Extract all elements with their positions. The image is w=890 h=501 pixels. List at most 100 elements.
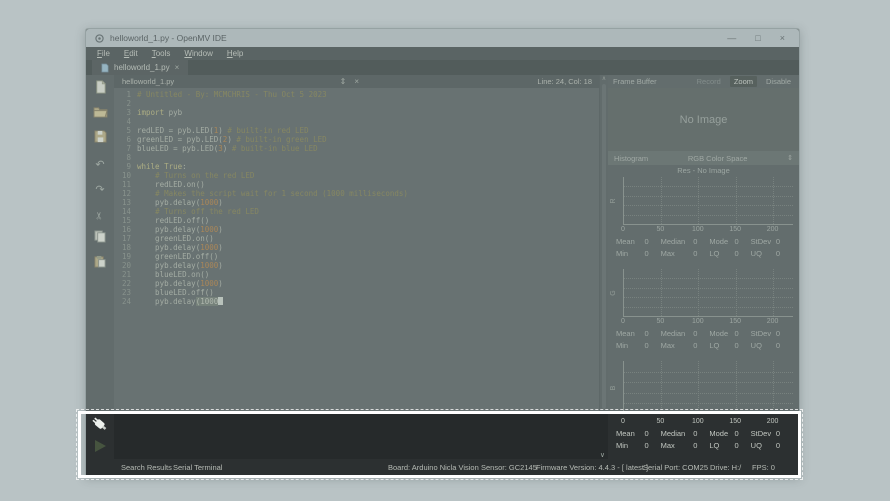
histogram-b-stats-section: 050100150200Mean0Median0Mode0StDev0Min0M… — [608, 412, 799, 459]
new-file-icon — [94, 80, 107, 99]
frame-buffer-header: Frame Buffer RecordZoomDisable — [608, 75, 799, 88]
toolbar-undo-button[interactable]: ↶ — [91, 156, 109, 172]
stat-value: 0 — [776, 341, 780, 350]
stat-value: 0 — [735, 249, 739, 258]
toolbar-open-folder-button[interactable] — [91, 106, 109, 122]
stat-value: 0 — [735, 441, 739, 450]
right-panel: Frame Buffer RecordZoomDisable No Image … — [608, 75, 799, 412]
stat-label: Mean — [616, 429, 635, 438]
x-tick: 150 — [729, 226, 741, 233]
minimize-button[interactable]: — — [727, 34, 736, 43]
status-item: Board: Arduino Nicla Vision — [388, 463, 479, 472]
stat-value: 0 — [644, 237, 648, 246]
menu-bar: FileEditToolsWindowHelp — [86, 47, 799, 60]
stat-value: 0 — [693, 441, 697, 450]
scroll-up-icon[interactable]: ∧ — [600, 75, 608, 82]
code-line: 16 pyb.delay(1000) — [114, 225, 599, 234]
stat-value: 0 — [693, 237, 697, 246]
line-number: 18 — [114, 243, 131, 252]
stat-label: UQ — [751, 249, 762, 258]
bottom-tab-serial-terminal[interactable]: Serial Terminal — [173, 463, 222, 472]
code-line: 13 pyb.delay(1000) — [114, 198, 599, 207]
close-button[interactable]: × — [780, 34, 785, 43]
stat-label: Min — [616, 441, 628, 450]
stat-label: Mode — [709, 429, 728, 438]
code-line: 2 — [114, 99, 599, 108]
toolbar-paste-button[interactable] — [91, 256, 109, 272]
x-tick: 0 — [621, 418, 625, 425]
connect-button[interactable] — [90, 415, 110, 434]
redo-icon: ↷ — [95, 180, 104, 198]
run-script-button[interactable] — [95, 440, 106, 452]
frame-buffer-view: No Image — [608, 88, 799, 151]
collapse-chevron-icon[interactable]: ∨ — [600, 451, 605, 459]
no-image-placeholder: No Image — [680, 114, 728, 126]
line-number: 17 — [114, 234, 131, 243]
status-bar: Search ResultsSerial Terminal Board: Ardu… — [86, 459, 799, 476]
toolbar-redo-button[interactable]: ↷ — [91, 181, 109, 197]
x-axis-ticks: 050100150200 — [623, 317, 793, 327]
line-number: 19 — [114, 252, 131, 261]
doc-close-icon[interactable]: × — [354, 78, 359, 86]
tab-close-icon[interactable]: × — [175, 63, 180, 72]
stat-value: 0 — [735, 329, 739, 338]
code-area[interactable]: 1# Untitled - By: MCMCHRIS - Thu Oct 5 2… — [114, 88, 599, 412]
menu-item-tools[interactable]: Tools — [145, 49, 178, 58]
stat-value: 0 — [644, 341, 648, 350]
menu-item-file[interactable]: File — [90, 49, 117, 58]
stat-value: 0 — [776, 249, 780, 258]
doc-dropdown-icon[interactable]: ⇕ — [340, 78, 347, 86]
stat-label: LQ — [709, 249, 719, 258]
stat-label: LQ — [709, 441, 719, 450]
line-number: 24 — [114, 297, 131, 306]
stat-value: 0 — [735, 429, 739, 438]
histogram-plot-g: G — [623, 269, 793, 317]
record-button[interactable]: Record — [694, 77, 724, 86]
stat-label: UQ — [751, 441, 762, 450]
maximize-button[interactable]: □ — [755, 34, 760, 43]
line-number: 23 — [114, 288, 131, 297]
line-number: 12 — [114, 189, 131, 198]
serial-terminal-area[interactable]: ∨ — [114, 412, 608, 459]
status-item: FPS: 0 — [752, 463, 775, 472]
menu-item-help[interactable]: Help — [220, 49, 250, 58]
file-tab-strip: helloworld_1.py × — [86, 60, 799, 75]
code-line: 4 — [114, 117, 599, 126]
stat-value: 0 — [644, 429, 648, 438]
stat-value: 0 — [693, 249, 697, 258]
code-line: 9while True: — [114, 162, 599, 171]
histogram-plot-r: R — [623, 177, 793, 225]
menu-item-edit[interactable]: Edit — [117, 49, 145, 58]
toolbar-cut-button[interactable]: ✂ — [91, 206, 109, 222]
left-toolbar: ↶ ↷ ✂ — [86, 75, 114, 412]
x-tick: 200 — [767, 226, 779, 233]
toolbar-copy-button[interactable] — [91, 231, 109, 247]
disable-button[interactable]: Disable — [763, 77, 794, 86]
stat-value: 0 — [735, 341, 739, 350]
file-tab-helloworld[interactable]: helloworld_1.py × — [92, 60, 188, 75]
stat-label: StDev — [751, 429, 771, 438]
toolbar-save-button[interactable] — [91, 131, 109, 147]
stat-label: LQ — [709, 341, 719, 350]
menu-item-window[interactable]: Window — [177, 49, 219, 58]
title-bar[interactable]: helloworld_1.py - OpenMV IDE — □ × — [86, 29, 799, 47]
status-item: Firmware Version: 4.4.3 - [ latest ] — [536, 463, 648, 472]
stat-value: 0 — [693, 329, 697, 338]
histogram-plot-b: B — [623, 361, 793, 414]
color-space-dropdown-icon[interactable]: ⇕ — [787, 154, 793, 162]
stat-label: Max — [661, 441, 675, 450]
stat-label: Max — [661, 341, 675, 350]
code-line: 3import pyb — [114, 108, 599, 117]
x-axis-ticks: 050100150200 — [623, 225, 793, 235]
status-item: Sensor: GC2145 — [481, 463, 537, 472]
zoom-button[interactable]: Zoom — [730, 76, 757, 87]
stats-row: Min0Max0LQ0UQ0 — [616, 439, 792, 451]
toolbar-new-file-button[interactable] — [91, 81, 109, 97]
editor-doc-tab[interactable]: helloworld_1.py ⇕ × — [114, 77, 359, 86]
openmv-ide-window: helloworld_1.py - OpenMV IDE — □ × FileE… — [85, 28, 800, 477]
bottom-tab-search-results[interactable]: Search Results — [121, 463, 172, 472]
color-space-select[interactable]: RGB Color Space — [648, 154, 787, 163]
x-tick: 150 — [729, 318, 741, 325]
stat-value: 0 — [735, 237, 739, 246]
editor-scrollbar[interactable]: ∧ — [599, 75, 608, 412]
